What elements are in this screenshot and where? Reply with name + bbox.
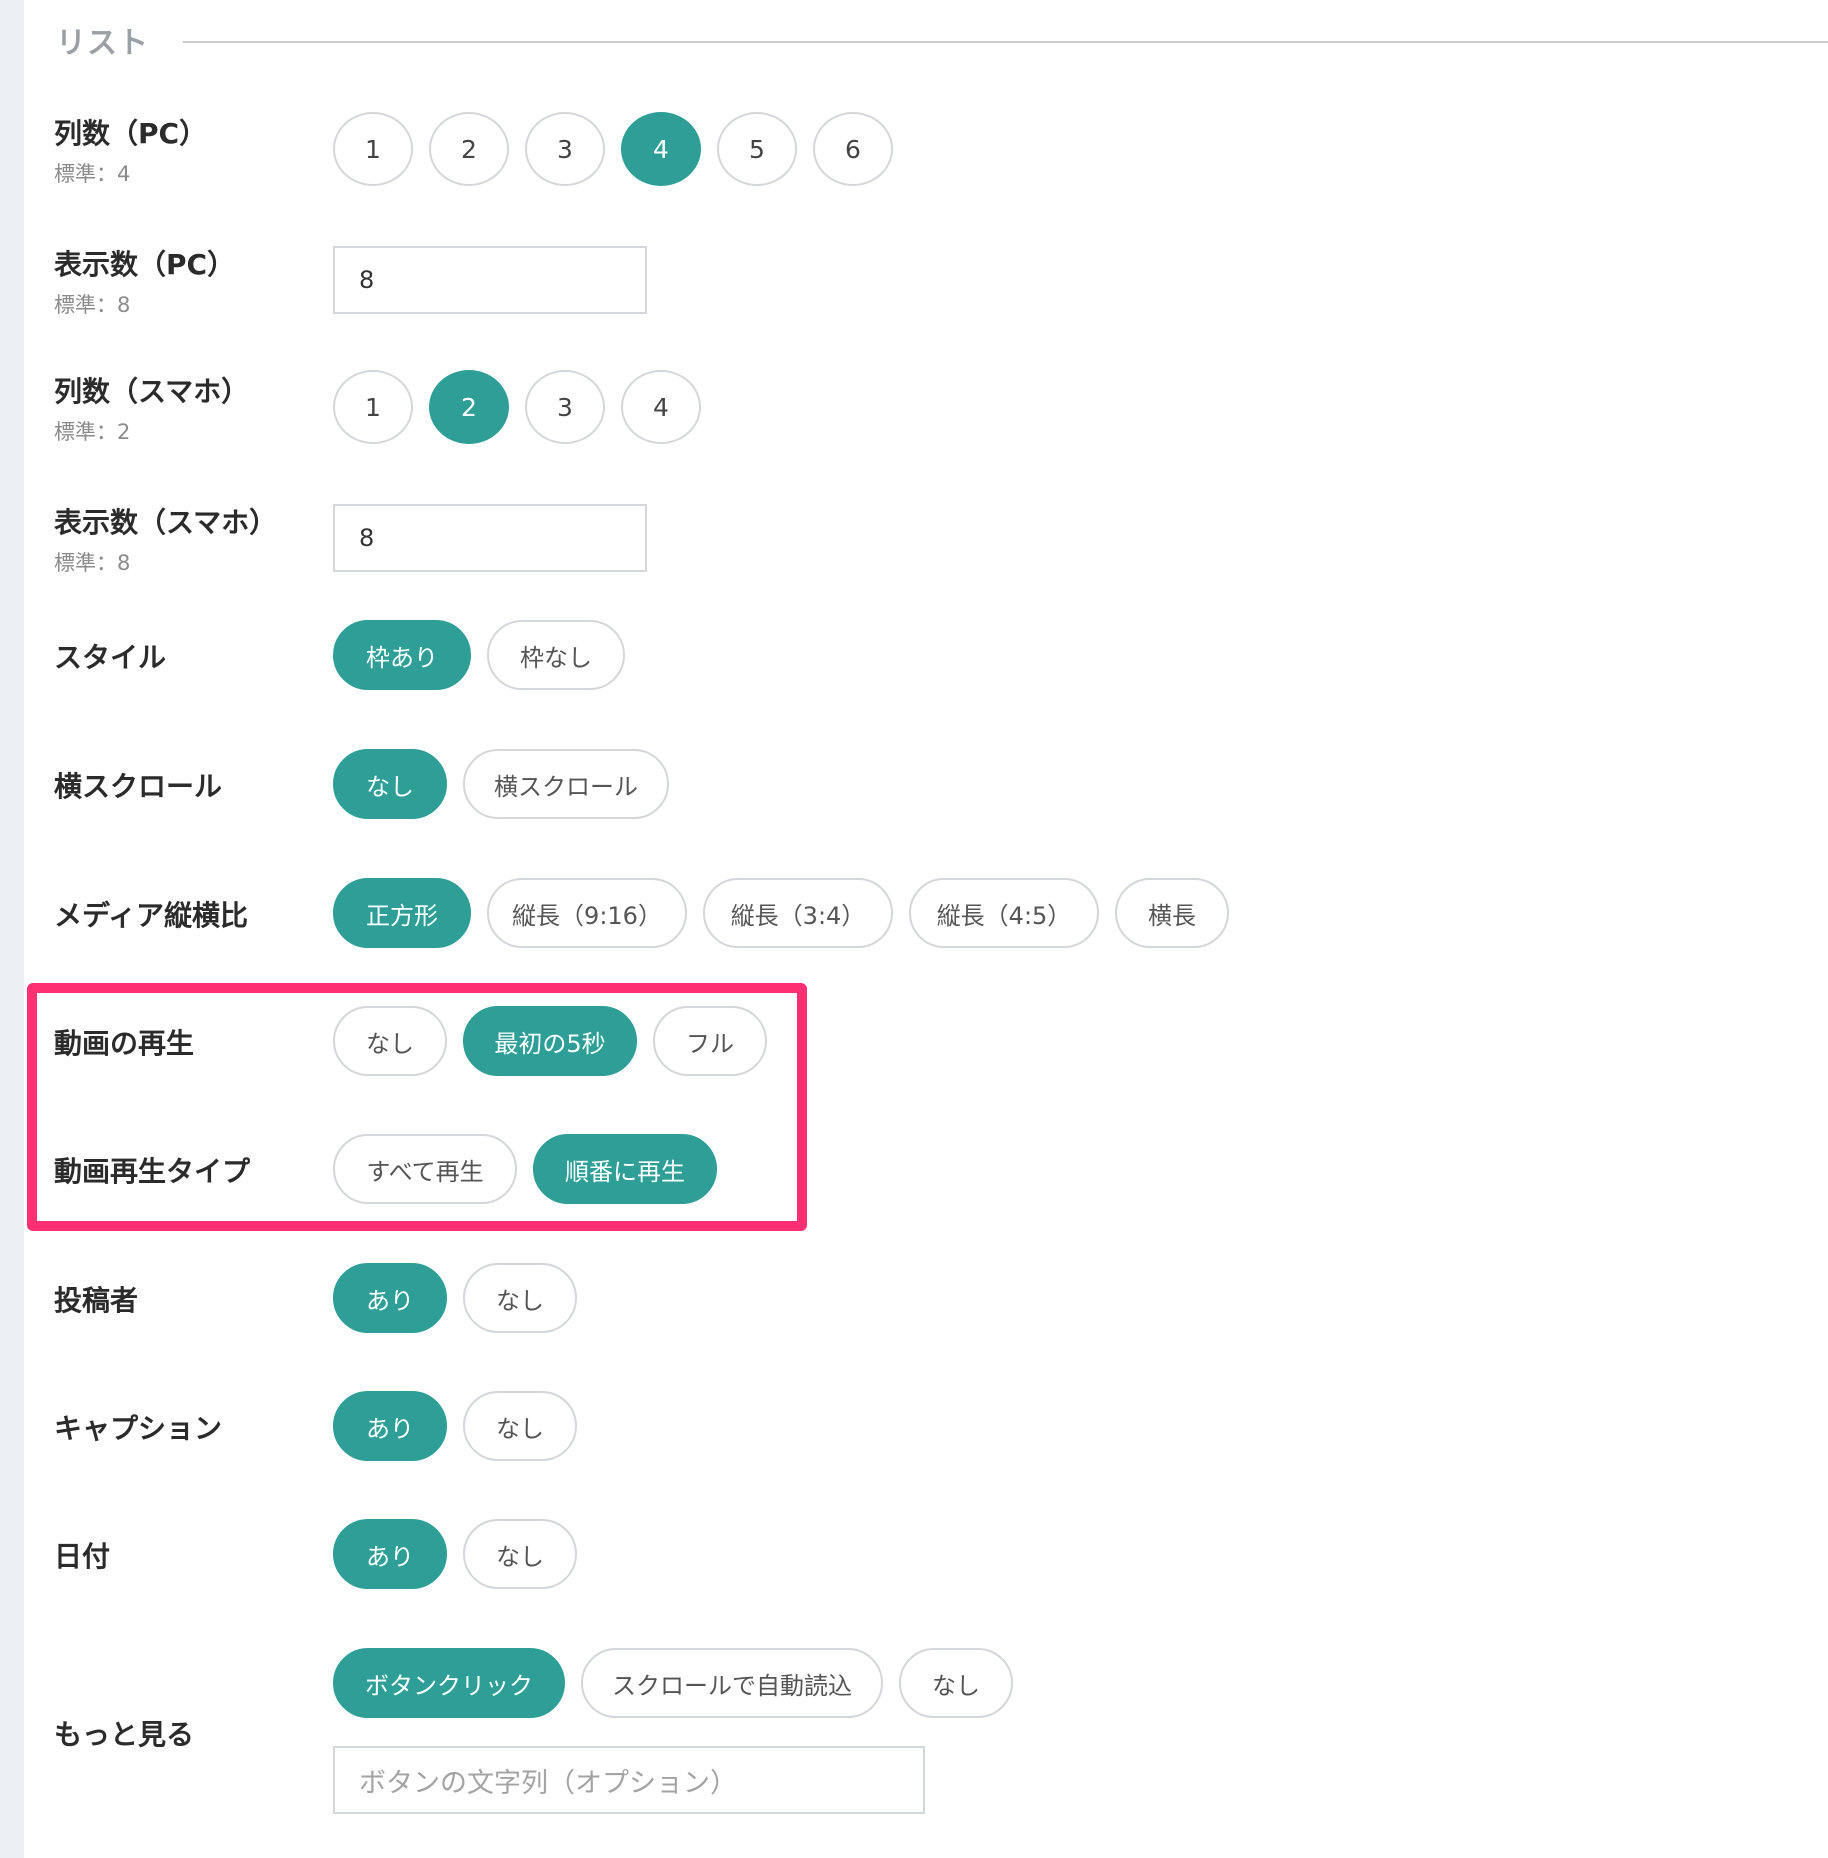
more-option-none[interactable]: なし xyxy=(899,1648,1013,1718)
date-option-on[interactable]: あり xyxy=(333,1519,447,1589)
columns-pc-options: 1 2 3 4 5 6 xyxy=(333,112,893,186)
video-play-option-full[interactable]: フル xyxy=(653,1006,767,1076)
caption-option-on[interactable]: あり xyxy=(333,1391,447,1461)
columns-pc-default: 標準：4 xyxy=(54,162,131,186)
video-type-label: 動画再生タイプ xyxy=(54,1155,251,1188)
aspect-option-3-4[interactable]: 縦長（3:4） xyxy=(703,878,893,948)
columns-pc-option-6[interactable]: 6 xyxy=(813,112,893,186)
count-pc-input[interactable]: 8 xyxy=(333,246,647,314)
columns-pc-option-2[interactable]: 2 xyxy=(429,112,509,186)
date-label: 日付 xyxy=(54,1540,111,1573)
aspect-label: メディア縦横比 xyxy=(54,899,249,932)
count-sp-default: 標準：8 xyxy=(54,551,131,575)
columns-pc-option-1[interactable]: 1 xyxy=(333,112,413,186)
style-option-framed[interactable]: 枠あり xyxy=(333,620,471,690)
count-pc-default: 標準：8 xyxy=(54,293,131,317)
columns-pc-option-3[interactable]: 3 xyxy=(525,112,605,186)
caption-label: キャプション xyxy=(54,1412,223,1445)
video-type-options: すべて再生 順番に再生 xyxy=(333,1134,717,1204)
section-divider xyxy=(183,41,1828,43)
h-scroll-options: なし 横スクロール xyxy=(333,749,669,819)
author-label: 投稿者 xyxy=(54,1284,139,1317)
aspect-option-landscape[interactable]: 横長 xyxy=(1115,878,1229,948)
columns-sp-option-3[interactable]: 3 xyxy=(525,370,605,444)
h-scroll-option-none[interactable]: なし xyxy=(333,749,447,819)
date-option-off[interactable]: なし xyxy=(463,1519,577,1589)
video-play-option-first5s[interactable]: 最初の5秒 xyxy=(463,1006,637,1076)
video-type-option-sequential[interactable]: 順番に再生 xyxy=(533,1134,717,1204)
columns-sp-option-1[interactable]: 1 xyxy=(333,370,413,444)
aspect-option-square[interactable]: 正方形 xyxy=(333,878,471,948)
more-option-button-click[interactable]: ボタンクリック xyxy=(333,1648,565,1718)
date-options: あり なし xyxy=(333,1519,577,1589)
author-options: あり なし xyxy=(333,1263,577,1333)
columns-sp-option-2[interactable]: 2 xyxy=(429,370,509,444)
more-options: ボタンクリック スクロールで自動読込 なし xyxy=(333,1648,1013,1718)
author-option-on[interactable]: あり xyxy=(333,1263,447,1333)
aspect-option-9-16[interactable]: 縦長（9:16） xyxy=(487,878,687,948)
aspect-option-4-5[interactable]: 縦長（4:5） xyxy=(909,878,1099,948)
author-option-off[interactable]: なし xyxy=(463,1263,577,1333)
video-play-options: なし 最初の5秒 フル xyxy=(333,1006,767,1076)
more-label: もっと見る xyxy=(54,1718,195,1751)
h-scroll-label: 横スクロール xyxy=(54,770,223,803)
style-option-frameless[interactable]: 枠なし xyxy=(487,620,625,690)
caption-options: あり なし xyxy=(333,1391,577,1461)
columns-pc-option-4[interactable]: 4 xyxy=(621,112,701,186)
more-option-auto-load[interactable]: スクロールで自動読込 xyxy=(581,1648,883,1718)
style-label: スタイル xyxy=(54,641,167,674)
columns-sp-label: 列数（スマホ） xyxy=(54,375,250,408)
aspect-options: 正方形 縦長（9:16） 縦長（3:4） 縦長（4:5） 横長 xyxy=(333,878,1229,948)
video-play-label: 動画の再生 xyxy=(54,1027,195,1060)
count-sp-input[interactable]: 8 xyxy=(333,504,647,572)
columns-sp-options: 1 2 3 4 xyxy=(333,370,701,444)
columns-pc-label: 列数（PC） xyxy=(54,117,208,150)
caption-option-off[interactable]: なし xyxy=(463,1391,577,1461)
h-scroll-option-scroll[interactable]: 横スクロール xyxy=(463,749,669,819)
count-sp-label: 表示数（スマホ） xyxy=(54,506,278,539)
columns-pc-option-5[interactable]: 5 xyxy=(717,112,797,186)
columns-sp-default: 標準：2 xyxy=(54,420,131,444)
more-button-text-input[interactable]: ボタンの文字列（オプション） xyxy=(333,1746,925,1814)
columns-sp-option-4[interactable]: 4 xyxy=(621,370,701,444)
section-header: リスト xyxy=(56,18,1828,62)
left-sidebar-strip xyxy=(0,0,24,1858)
section-title: リスト xyxy=(56,26,149,61)
video-type-option-all[interactable]: すべて再生 xyxy=(333,1134,517,1204)
video-play-option-none[interactable]: なし xyxy=(333,1006,447,1076)
count-pc-label: 表示数（PC） xyxy=(54,248,236,281)
style-options: 枠あり 枠なし xyxy=(333,620,625,690)
